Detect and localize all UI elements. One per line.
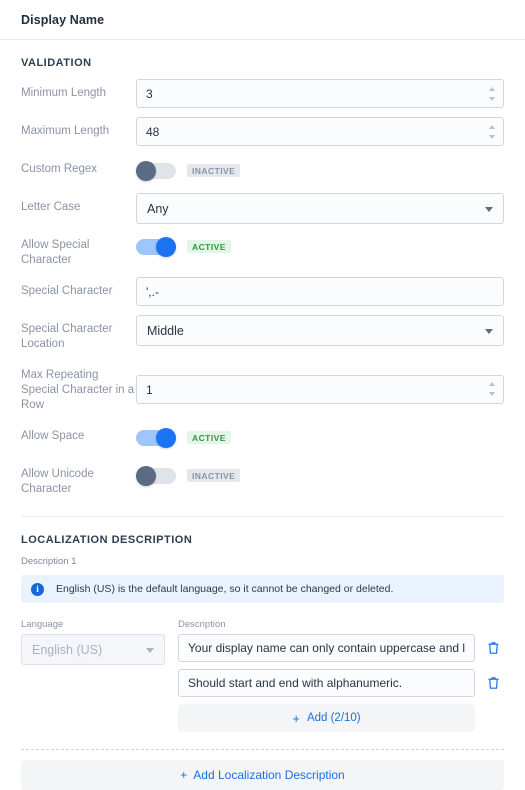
chevron-down-icon (485, 206, 493, 212)
language-value: English (US) (32, 642, 103, 657)
minimum-length-input[interactable] (136, 79, 504, 108)
field-row-special-character: Special Character (21, 277, 504, 308)
field-row-allow-space: Allow Space ACTIVE (21, 422, 504, 453)
max-repeating-stepper[interactable] (487, 382, 496, 396)
allow-special-character-status-badge: ACTIVE (187, 239, 231, 254)
description-column: Description Your display name can only c… (178, 619, 504, 732)
add-description-label: Add (2/10) (306, 712, 361, 724)
label-minimum-length: Minimum Length (21, 87, 107, 99)
validation-section-title: VALIDATION (21, 57, 92, 69)
letter-case-value: Any (147, 201, 169, 216)
field-row-maximum-length: Maximum Length (21, 117, 504, 148)
chevron-down-icon (146, 647, 154, 653)
description-input-2[interactable] (178, 669, 475, 697)
label-special-character: Special Character (21, 285, 113, 297)
chevron-down-icon[interactable] (488, 134, 495, 139)
field-row-allow-unicode-character: Allow Unicode Character INACTIVE (21, 460, 504, 497)
toggle-knob (156, 427, 176, 448)
special-character-location-select[interactable]: Middle (136, 315, 504, 346)
field-row-custom-regex: Custom Regex INACTIVE (21, 155, 504, 186)
chevron-down-icon[interactable] (488, 392, 495, 396)
localization-section-title: LOCALIZATION DESCRIPTION (21, 534, 193, 546)
custom-regex-status-badge: INACTIVE (187, 163, 241, 178)
field-row-allow-special-character: Allow Special Character ACTIVE (21, 231, 504, 268)
allow-unicode-character-status-badge: INACTIVE (187, 468, 241, 483)
add-description-button[interactable]: + Add (2/10) (178, 704, 475, 732)
field-row-special-character-location: Special Character Location Middle (21, 315, 504, 352)
localization-row: Language English (US) Description Your d… (21, 619, 504, 732)
chevron-down-icon (485, 328, 493, 334)
add-localization-description-button[interactable]: + Add Localization Description (21, 760, 504, 790)
maximum-length-stepper[interactable] (487, 124, 496, 139)
add-localization-label: Add Localization Description (193, 768, 345, 782)
description-row (178, 634, 504, 662)
chevron-up-icon[interactable] (488, 124, 495, 129)
label-maximum-length: Maximum Length (21, 125, 110, 137)
letter-case-select[interactable]: Any (136, 193, 504, 224)
dashed-divider (21, 749, 504, 750)
page-title: Display Name (21, 12, 105, 27)
trash-icon[interactable] (482, 676, 504, 690)
field-row-letter-case: Letter Case Any (21, 193, 504, 224)
max-repeating-special-character-input[interactable] (136, 375, 504, 404)
language-caption: Language (21, 619, 64, 630)
panel-header: Display Name (0, 0, 525, 40)
field-row-minimum-length: Minimum Length (21, 79, 504, 110)
display-name-settings-panel: Display Name VALIDATION Minimum Length M… (0, 0, 525, 790)
label-custom-regex: Custom Regex (21, 163, 98, 175)
trash-icon[interactable] (482, 641, 504, 655)
info-banner-message: English (US) is the default language, so… (56, 583, 394, 595)
special-character-input[interactable] (136, 277, 504, 306)
maximum-length-input[interactable] (136, 117, 504, 146)
allow-unicode-character-toggle[interactable] (136, 465, 176, 486)
default-language-info-banner: i English (US) is the default language, … (21, 575, 504, 603)
toggle-knob (156, 236, 176, 257)
label-allow-unicode-character: Allow Unicode Character (21, 468, 94, 495)
chevron-up-icon[interactable] (488, 382, 495, 386)
language-column: Language English (US) (21, 619, 178, 665)
special-character-location-value: Middle (147, 323, 184, 338)
custom-regex-toggle[interactable] (136, 160, 176, 181)
allow-space-toggle[interactable] (136, 427, 176, 448)
allow-special-character-toggle[interactable] (136, 236, 176, 257)
description-row (178, 669, 504, 697)
label-special-character-location: Special Character Location (21, 323, 113, 350)
label-allow-space: Allow Space (21, 430, 85, 442)
label-max-repeating-special-character: Max Repeating Special Character in a Row (21, 369, 135, 411)
allow-space-status-badge: ACTIVE (187, 430, 231, 445)
toggle-knob (136, 465, 156, 486)
field-row-max-repeating-special-character: Max Repeating Special Character in a Row (21, 361, 504, 413)
description-caption: Description (178, 619, 226, 630)
chevron-up-icon[interactable] (488, 86, 495, 91)
description-group-label: Description 1 (21, 556, 77, 567)
section-divider (21, 516, 504, 517)
chevron-down-icon[interactable] (488, 96, 495, 101)
label-letter-case: Letter Case (21, 201, 81, 213)
minimum-length-stepper[interactable] (487, 86, 496, 101)
language-select: English (US) (21, 634, 165, 665)
plus-icon: + (180, 768, 188, 782)
description-input-1[interactable] (178, 634, 475, 662)
info-circle-icon: i (31, 582, 44, 596)
panel-body: VALIDATION Minimum Length Maximum Length (0, 57, 525, 790)
label-allow-special-character: Allow Special Character (21, 239, 90, 266)
toggle-knob (136, 160, 156, 181)
plus-icon: + (292, 710, 300, 726)
